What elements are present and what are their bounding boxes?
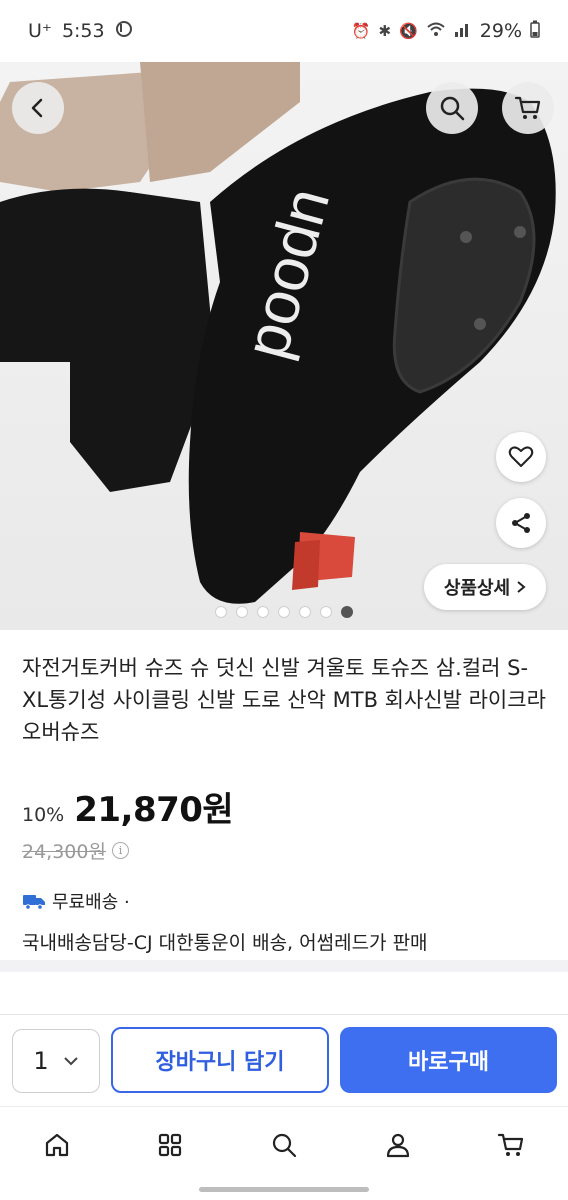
- carousel-dot[interactable]: [257, 606, 269, 618]
- nav-cart[interactable]: [481, 1115, 541, 1175]
- purchase-action-bar: 1 장바구니 담기 바로구매: [0, 1014, 568, 1106]
- sale-price: 21,870원: [74, 790, 234, 830]
- like-button[interactable]: [496, 432, 546, 482]
- section-divider: [0, 960, 568, 972]
- product-title: 자전거토커버 슈즈 슈 덧신 신발 겨울토 토슈즈 삼.컬러 S-XL통기성 사…: [22, 656, 546, 744]
- info-icon[interactable]: i: [111, 842, 129, 859]
- discount-rate: 10%: [22, 804, 65, 826]
- quantity-select[interactable]: 1: [12, 1029, 100, 1093]
- nav-search[interactable]: [254, 1115, 314, 1175]
- battery-level: 29%: [479, 20, 522, 42]
- carousel-dot[interactable]: [299, 606, 311, 618]
- wifi-icon: [426, 21, 446, 41]
- category-grid-icon: [159, 1133, 182, 1156]
- carousel-indicator: [0, 606, 568, 618]
- original-price-row: 24,300원 i: [22, 837, 546, 864]
- quantity-value: 1: [33, 1047, 49, 1075]
- product-detail-label: 상품상세: [443, 578, 511, 599]
- back-arrow-icon: [31, 98, 43, 118]
- signal-icon: [454, 21, 472, 41]
- app-notification-icon: [115, 20, 133, 42]
- heart-icon: [508, 446, 534, 467]
- carousel-dot[interactable]: [320, 606, 332, 618]
- truck-icon: [23, 895, 45, 910]
- home-icon: [45, 1133, 68, 1156]
- product-info: 자전거토커버 슈즈 슈 덧신 신발 겨울토 토슈즈 삼.컬러 S-XL통기성 사…: [0, 630, 568, 955]
- home-indicator: [199, 1187, 369, 1192]
- bluetooth-icon: ✱: [378, 22, 392, 40]
- clock: 5:53: [61, 20, 105, 42]
- free-shipping-label: 무료배송 ·: [52, 892, 130, 913]
- status-bar: U⁺ 5:53 ⏰ ✱ 🔇 29%: [0, 0, 568, 62]
- carousel-dot-active[interactable]: [341, 606, 353, 618]
- share-icon: [512, 513, 530, 533]
- cart-button[interactable]: [502, 82, 554, 134]
- search-icon: [440, 96, 465, 121]
- search-button[interactable]: [426, 82, 478, 134]
- nav-home[interactable]: [27, 1115, 87, 1175]
- carousel-dot[interactable]: [236, 606, 248, 618]
- add-to-cart-button[interactable]: 장바구니 담기: [111, 1027, 329, 1093]
- bottom-navigation: [0, 1106, 568, 1182]
- shipping-row: 무료배송 ·: [22, 888, 546, 914]
- price-row: 10% 21,870원: [22, 782, 546, 831]
- search-icon: [272, 1133, 297, 1157]
- share-button[interactable]: [496, 498, 546, 548]
- chevron-down-icon: [63, 1057, 78, 1066]
- carousel-dot[interactable]: [278, 606, 290, 618]
- chevron-right-icon: [517, 581, 526, 593]
- mute-icon: 🔇: [399, 22, 418, 40]
- product-image-carousel[interactable]: poodn 상품상세: [0, 62, 568, 630]
- cart-icon: [514, 96, 541, 119]
- carousel-dot[interactable]: [215, 606, 227, 618]
- buy-now-button[interactable]: 바로구매: [340, 1027, 557, 1093]
- alarm-icon: ⏰: [351, 22, 371, 40]
- battery-icon: [530, 20, 540, 42]
- seller-info: 국내배송담당-CJ 대한통운이 배송, 어썸레드가 판매: [22, 932, 428, 954]
- nav-category[interactable]: [140, 1115, 200, 1175]
- profile-icon: [386, 1133, 409, 1157]
- product-photo: poodn: [0, 62, 556, 604]
- original-price: 24,300원: [22, 841, 106, 863]
- product-detail-button[interactable]: 상품상세: [424, 564, 546, 610]
- carrier-label: U⁺: [28, 20, 52, 42]
- cart-icon: [498, 1133, 524, 1156]
- back-button[interactable]: [12, 82, 64, 134]
- nav-profile[interactable]: [368, 1115, 428, 1175]
